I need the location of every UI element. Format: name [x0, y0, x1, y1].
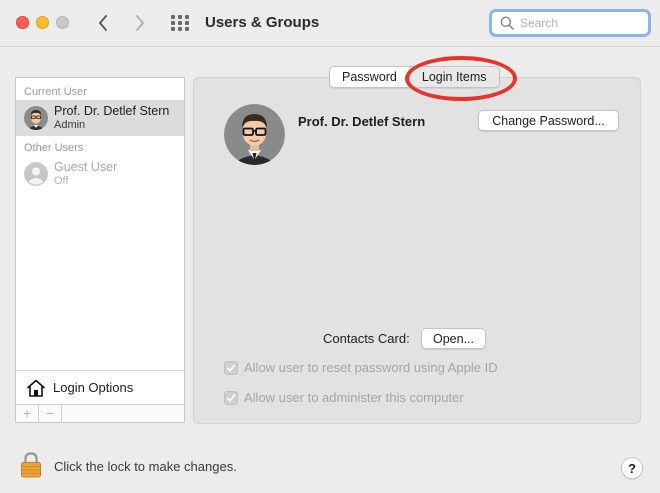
forward-button[interactable]: [129, 11, 151, 35]
add-user-button[interactable]: +: [16, 405, 39, 422]
open-contacts-button[interactable]: Open...: [421, 328, 486, 349]
house-icon: [26, 379, 46, 397]
search-icon: [500, 16, 514, 30]
profile-avatar[interactable]: [224, 104, 285, 165]
lock-status-text: Click the lock to make changes.: [54, 459, 237, 474]
allow-reset-password-option: Allow user to reset password using Apple…: [224, 360, 498, 375]
section-header-other-users: Other Users: [24, 142, 84, 154]
user-row-current[interactable]: Prof. Dr. Detlef Stern Admin: [16, 100, 184, 136]
tab-password[interactable]: Password: [330, 67, 410, 87]
user-name: Guest User: [54, 160, 118, 174]
profile-name: Prof. Dr. Detlef Stern: [298, 114, 426, 129]
help-button[interactable]: ?: [621, 457, 643, 479]
tab-bar: Password Login Items: [329, 66, 500, 88]
allow-reset-password-label: Allow user to reset password using Apple…: [244, 360, 498, 375]
user-role: Admin: [54, 119, 86, 131]
guest-avatar-icon: [24, 162, 48, 186]
login-options-item[interactable]: Login Options: [16, 370, 184, 404]
tab-login-items[interactable]: Login Items: [409, 67, 499, 87]
login-options-label: Login Options: [53, 380, 134, 395]
list-controls: + −: [16, 404, 184, 422]
remove-user-button[interactable]: −: [39, 405, 62, 422]
grid-icon[interactable]: [170, 14, 190, 32]
window-title: Users & Groups: [205, 14, 320, 31]
allow-administer-checkbox[interactable]: [224, 390, 238, 405]
user-list: Current User Prof. Dr. Detlef Stern Admi…: [15, 77, 185, 423]
checkmark-icon: [226, 393, 236, 402]
section-header-current-user: Current User: [24, 86, 87, 98]
search-field[interactable]: [489, 9, 651, 37]
allow-reset-password-checkbox[interactable]: [224, 360, 238, 375]
allow-administer-label: Allow user to administer this computer: [244, 390, 464, 405]
change-password-button[interactable]: Change Password...: [478, 110, 619, 131]
contacts-card-label: Contacts Card:: [323, 331, 410, 346]
minimize-icon[interactable]: [36, 16, 49, 29]
chevron-left-icon: [99, 15, 107, 31]
avatar-icon: [24, 106, 48, 130]
user-name: Prof. Dr. Detlef Stern: [54, 104, 170, 118]
user-role: Off: [54, 175, 69, 187]
lock-icon[interactable]: [20, 451, 42, 478]
allow-administer-option: Allow user to administer this computer: [224, 390, 464, 405]
back-button[interactable]: [92, 11, 114, 35]
checkmark-icon: [226, 363, 236, 372]
chevron-right-icon: [136, 15, 144, 31]
close-icon[interactable]: [16, 16, 29, 29]
title-bar: Users & Groups: [0, 0, 660, 47]
search-input[interactable]: [520, 16, 640, 30]
zoom-icon[interactable]: [56, 16, 69, 29]
user-row-guest[interactable]: Guest User Off: [16, 156, 184, 192]
